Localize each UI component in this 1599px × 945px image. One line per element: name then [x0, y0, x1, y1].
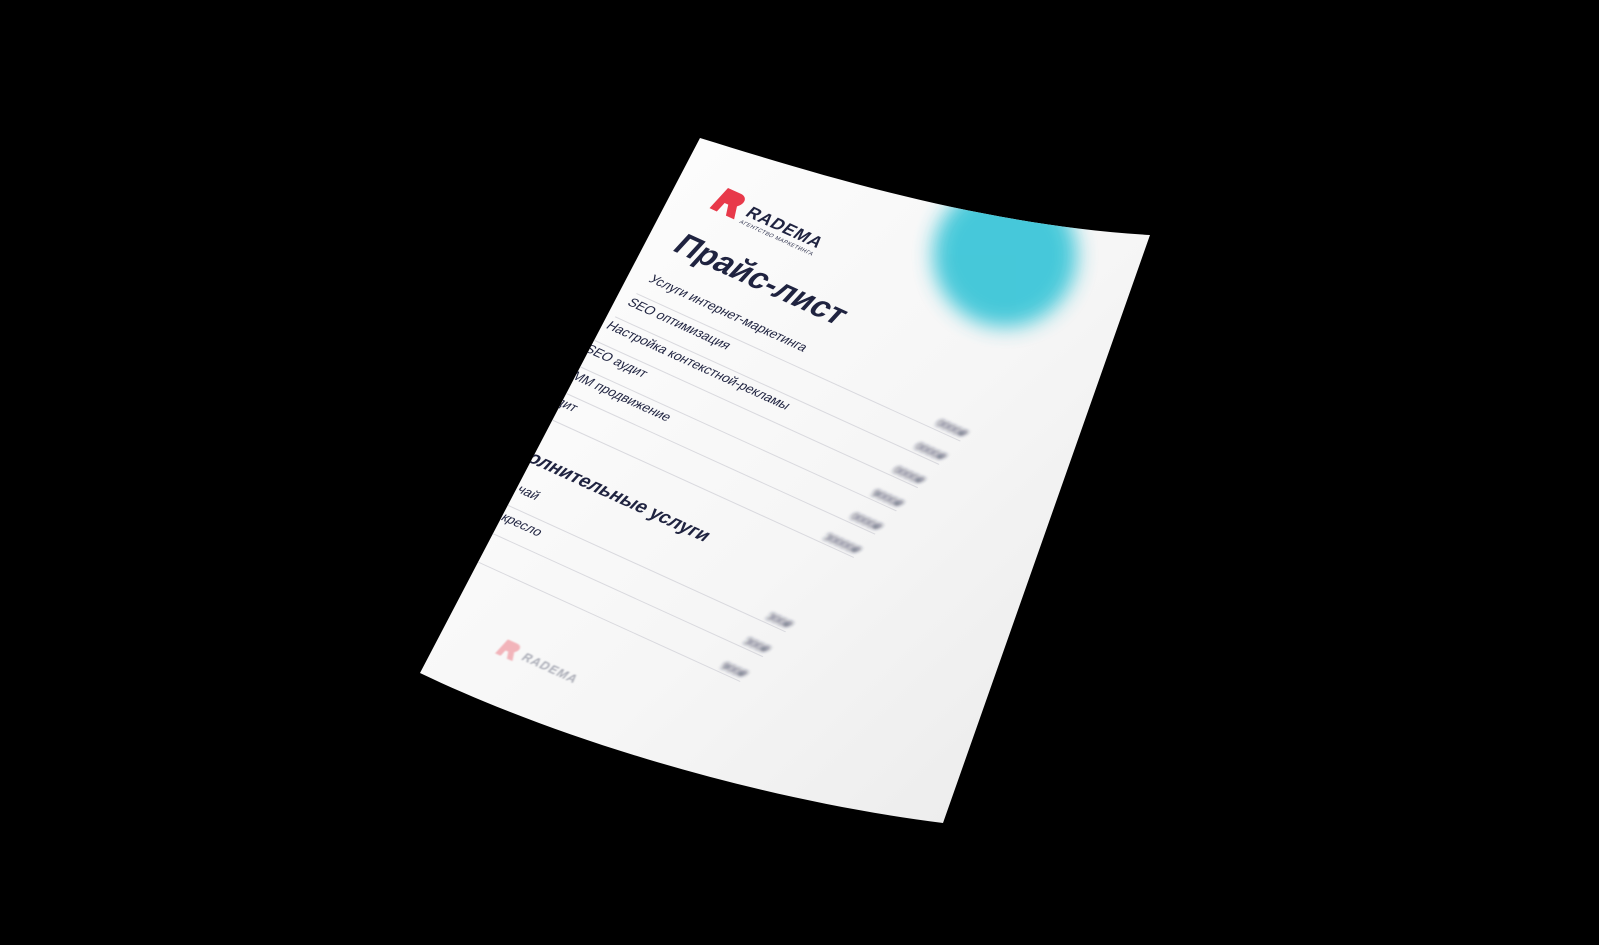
- decorative-teal-circle: [933, 183, 1077, 327]
- scene-background: RADEMA АГЕНТСТВО МАРКЕТИНГА Прайс-лист У…: [0, 0, 1599, 945]
- paper-mockup: RADEMA АГЕНТСТВО МАРКЕТИНГА Прайс-лист У…: [420, 138, 1150, 823]
- extra-item-label: Массаж: [426, 512, 479, 543]
